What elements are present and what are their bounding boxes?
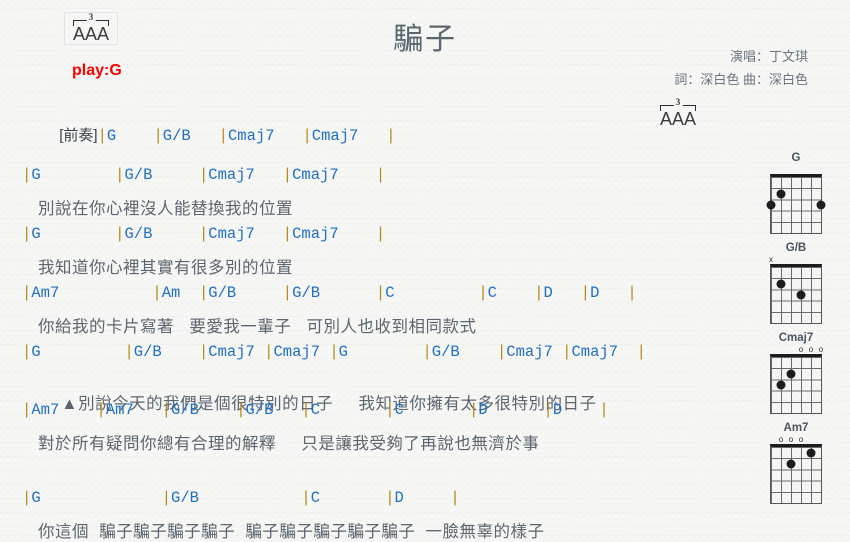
fretboard-grid bbox=[770, 444, 822, 504]
finger-dot bbox=[766, 200, 776, 210]
chord-diagram-am7: Am7 o o o bbox=[750, 422, 842, 504]
chord-diagram-g: G bbox=[750, 152, 842, 234]
play-key-label: play:G bbox=[72, 62, 122, 79]
line-verse1-chords-1: |G |G/B |Cmaj7 |Cmaj7 | bbox=[22, 166, 386, 184]
open-mute-markers bbox=[767, 165, 825, 174]
chord-diagram-name: G/B bbox=[785, 242, 807, 254]
open-mute-markers: ooo bbox=[767, 345, 825, 354]
triplet-marker-middle: 3 AAA bbox=[652, 97, 704, 129]
open-string-icon: o bbox=[788, 435, 794, 444]
line-outro-lyric-1: 你這個 騙子騙子騙子騙子 騙子騙子騙子騙子騙子 一臉無辜的樣子 bbox=[38, 523, 545, 541]
triplet-letters: AAA bbox=[659, 109, 697, 129]
finger-dot bbox=[776, 279, 786, 289]
chord-diagram-column: G G/B x Cmaj7 o o o Am7 o o o bbox=[750, 152, 842, 512]
credits: 演唱：丁文琪 詞：深白色 曲：深白色 bbox=[674, 46, 808, 92]
line-verse1-lyric-1: 別說在你心裡沒人能替換我的位置 bbox=[38, 200, 293, 218]
chord-diagram-cmaj7: Cmaj7 o o o bbox=[750, 332, 842, 414]
line-verse2-lyric-1: 你給我的卡片寫著 要愛我一輩子 可別人也收到相同款式 bbox=[38, 318, 477, 336]
triplet-bracket: 3 bbox=[658, 97, 698, 111]
open-mute-markers: x bbox=[767, 255, 825, 264]
muted-string-icon: x bbox=[769, 255, 773, 264]
credit-writers: 詞：深白色 曲：深白色 bbox=[674, 71, 808, 87]
line-chorus-chords-1: |G |G/B |Cmaj7 |Cmaj7 |G |G/B |Cmaj7 |Cm… bbox=[22, 343, 646, 361]
fretboard-grid bbox=[766, 174, 826, 234]
fretboard-wrap: ooo bbox=[767, 345, 825, 414]
open-string-icon: o bbox=[778, 435, 784, 444]
finger-dot bbox=[786, 459, 796, 469]
fretboard-wrap: x bbox=[767, 255, 825, 324]
chord-sheet: 3 AAA 騙子 play:G 演唱：丁文琪 詞：深白色 曲：深白色 3 AAA… bbox=[0, 0, 850, 541]
fretboard-wrap bbox=[766, 165, 826, 234]
open-string-icon: o bbox=[808, 345, 814, 354]
triplet-number: 3 bbox=[673, 97, 683, 107]
open-string-icon: o bbox=[818, 345, 824, 354]
fretboard-grid bbox=[770, 264, 822, 324]
finger-dot bbox=[786, 369, 796, 379]
line-chorus-lyric-2: 對於所有疑問你總有合理的解釋 只是讓我受夠了再說也無濟於事 bbox=[38, 435, 540, 453]
line-outro-chords-1: |G |G/B |C |D | bbox=[22, 489, 460, 507]
credit-singer: 演唱：丁文琪 bbox=[729, 49, 808, 64]
fretboard-wrap: ooo bbox=[767, 435, 825, 504]
chord-diagram-name: G bbox=[791, 152, 801, 164]
line-verse1-lyric-2: 我知道你心裡其實有很多別的位置 bbox=[38, 259, 293, 277]
line-intro-chords: [前奏]|G |G/B |Cmaj7 |Cmaj7 | bbox=[22, 106, 396, 163]
finger-dot bbox=[816, 200, 826, 210]
chord-text: |G |G/B |Cmaj7 |Cmaj7 | bbox=[97, 127, 396, 145]
finger-dot bbox=[796, 290, 806, 300]
chord-diagram-name: Am7 bbox=[783, 422, 809, 434]
open-string-icon: o bbox=[798, 345, 804, 354]
open-string-icon: o bbox=[798, 435, 804, 444]
finger-dot bbox=[776, 380, 786, 390]
line-verse2-chords-1: |Am7 |Am |G/B |G/B |C |C |D |D | bbox=[22, 284, 637, 302]
line-verse1-chords-2: |G |G/B |Cmaj7 |Cmaj7 | bbox=[22, 225, 386, 243]
finger-dot bbox=[776, 189, 786, 199]
line-chorus-chords-2: |Am7 |Am7 |G/B |G/B |C |C |D |D | bbox=[22, 401, 609, 419]
fretboard-grid bbox=[770, 354, 822, 414]
finger-dot bbox=[806, 448, 816, 458]
section-tag-intro: [前奏] bbox=[59, 127, 98, 144]
chord-diagram-name: Cmaj7 bbox=[778, 332, 814, 344]
chord-diagram-g-b: G/B x bbox=[750, 242, 842, 324]
open-mute-markers: ooo bbox=[767, 435, 825, 444]
